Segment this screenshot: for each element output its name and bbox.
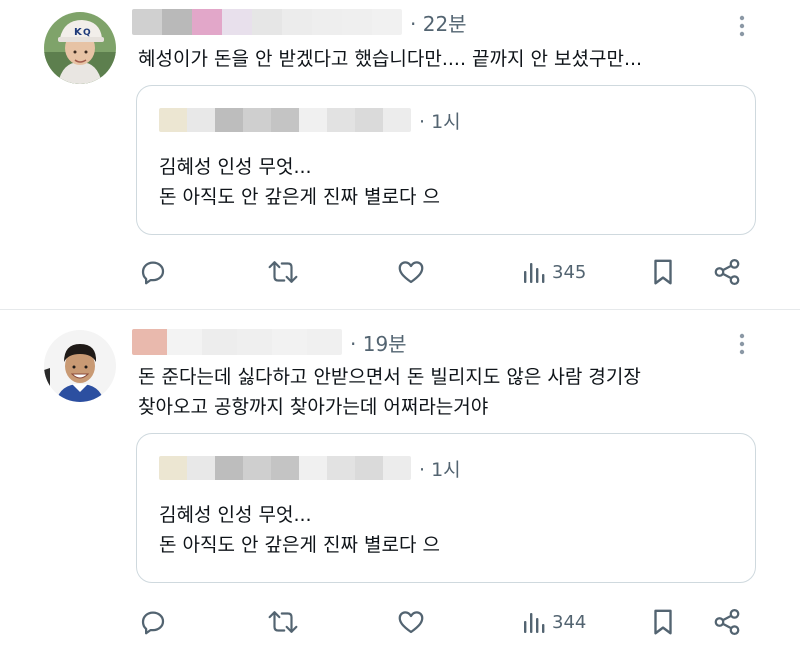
share-button[interactable] (712, 604, 742, 640)
blur-pixel (132, 9, 162, 35)
reply-button[interactable] (138, 254, 168, 290)
tweet-text-line: 돈 준다는데 싫다하고 안받으면서 돈 빌리지도 않은 사람 경기장 (138, 366, 641, 388)
blur-pixel (299, 456, 327, 480)
share-button[interactable] (712, 254, 742, 290)
action-bar: 344 (0, 604, 800, 640)
like-button[interactable] (396, 604, 426, 640)
more-vertical-icon[interactable] (730, 330, 754, 358)
blur-pixel (187, 108, 215, 132)
blur-pixel (167, 329, 202, 355)
tweet[interactable]: K Q · 22분 혜성이가 돈을 안 받겠다고 했습니다만.... 끝까지 안… (0, 0, 800, 310)
retweet-icon (268, 261, 298, 283)
blur-pixel (271, 456, 299, 480)
retweet-icon (268, 611, 298, 633)
blur-pixel (327, 108, 355, 132)
quote-tweet[interactable]: · 1시 김혜성 인성 무엇... 돈 아직도 안 갚은게 진짜 별로다 으 (136, 433, 756, 583)
avatar[interactable]: K Q (44, 12, 116, 84)
bookmark-icon (654, 609, 672, 635)
author-name-blurred[interactable] (132, 9, 402, 35)
blur-pixel (252, 9, 282, 35)
reply-button[interactable] (138, 604, 168, 640)
like-button[interactable] (396, 254, 426, 290)
quote-header: · 1시 (159, 106, 461, 134)
blur-pixel (162, 9, 192, 35)
heart-icon (398, 611, 424, 634)
blur-pixel (243, 108, 271, 132)
blur-pixel (215, 108, 243, 132)
blur-pixel (243, 456, 271, 480)
retweet-button[interactable] (266, 604, 300, 640)
blur-pixel (372, 9, 402, 35)
blur-pixel (327, 456, 355, 480)
tweet-text: 혜성이가 돈을 안 받겠다고 했습니다만.... 끝까지 안 보셨구만... (138, 48, 643, 70)
blur-pixel (307, 329, 342, 355)
quote-header: · 1시 (159, 454, 461, 482)
bookmark-button[interactable] (650, 254, 676, 290)
blur-pixel (192, 9, 222, 35)
bookmark-button[interactable] (650, 604, 676, 640)
blur-pixel (187, 456, 215, 480)
svg-text:K: K (74, 27, 83, 38)
reply-icon (141, 261, 165, 285)
quote-tweet[interactable]: · 1시 김혜성 인성 무엇... 돈 아직도 안 갚은게 진짜 별로다 으 (136, 85, 756, 235)
tweet-header: · 19분 (132, 328, 407, 356)
tweet[interactable]: · 19분 돈 준다는데 싫다하고 안받으면서 돈 빌리지도 않은 사람 경기장… (0, 320, 800, 654)
blur-pixel (271, 108, 299, 132)
views-chart-icon (524, 263, 545, 283)
tweet-timestamp[interactable]: · 19분 (350, 328, 407, 357)
quote-text: 김혜성 인성 무엇... 돈 아직도 안 갚은게 진짜 별로다 으 (159, 152, 440, 212)
heart-icon (398, 261, 424, 284)
views-button[interactable]: 345 (522, 254, 586, 290)
reply-icon (141, 611, 165, 635)
quote-line: 김혜성 인성 무엇... (159, 156, 312, 178)
views-count: 344 (552, 611, 587, 633)
quote-line: 김혜성 인성 무엇... (159, 504, 312, 526)
blur-pixel (383, 456, 411, 480)
views-button[interactable]: 344 (522, 604, 586, 640)
blur-pixel (299, 108, 327, 132)
tweet-text-line: 찾아오고 공항까지 찾아가는데 어쩌라는거야 (138, 396, 489, 418)
quote-author-name-blurred (159, 108, 411, 132)
blur-pixel (202, 329, 237, 355)
tweet-timestamp[interactable]: · 22분 (410, 8, 467, 37)
blur-pixel (159, 456, 187, 480)
tweet-header: · 22분 (132, 8, 467, 36)
quote-author-name-blurred (159, 456, 411, 480)
retweet-button[interactable] (266, 254, 300, 290)
blur-pixel (355, 456, 383, 480)
blur-pixel (237, 329, 272, 355)
blur-pixel (355, 108, 383, 132)
blur-pixel (215, 456, 243, 480)
blur-pixel (282, 9, 312, 35)
blur-pixel (383, 108, 411, 132)
views-count: 345 (552, 261, 587, 283)
quote-text: 김혜성 인성 무엇... 돈 아직도 안 갚은게 진짜 별로다 으 (159, 500, 440, 560)
quote-timestamp: · 1시 (419, 110, 461, 133)
tweet-divider (0, 309, 800, 310)
blur-pixel (312, 9, 342, 35)
blur-pixel (159, 108, 187, 132)
share-icon (714, 259, 740, 285)
blur-pixel (132, 329, 167, 355)
blur-pixel (342, 9, 372, 35)
more-vertical-icon[interactable] (730, 12, 754, 40)
blur-pixel (222, 9, 252, 35)
views-chart-icon (524, 613, 545, 633)
avatar[interactable] (44, 330, 116, 402)
share-icon (714, 609, 740, 635)
tweet-text: 돈 준다는데 싫다하고 안받으면서 돈 빌리지도 않은 사람 경기장 찾아오고 … (138, 362, 778, 422)
action-bar: 345 (0, 254, 800, 290)
bookmark-icon (654, 259, 672, 285)
quote-timestamp: · 1시 (419, 458, 461, 481)
quote-line: 돈 아직도 안 갚은게 진짜 별로다 으 (159, 534, 440, 556)
blur-pixel (272, 329, 307, 355)
author-name-blurred[interactable] (132, 329, 342, 355)
quote-line: 돈 아직도 안 갚은게 진짜 별로다 으 (159, 186, 440, 208)
svg-text:Q: Q (83, 28, 91, 38)
